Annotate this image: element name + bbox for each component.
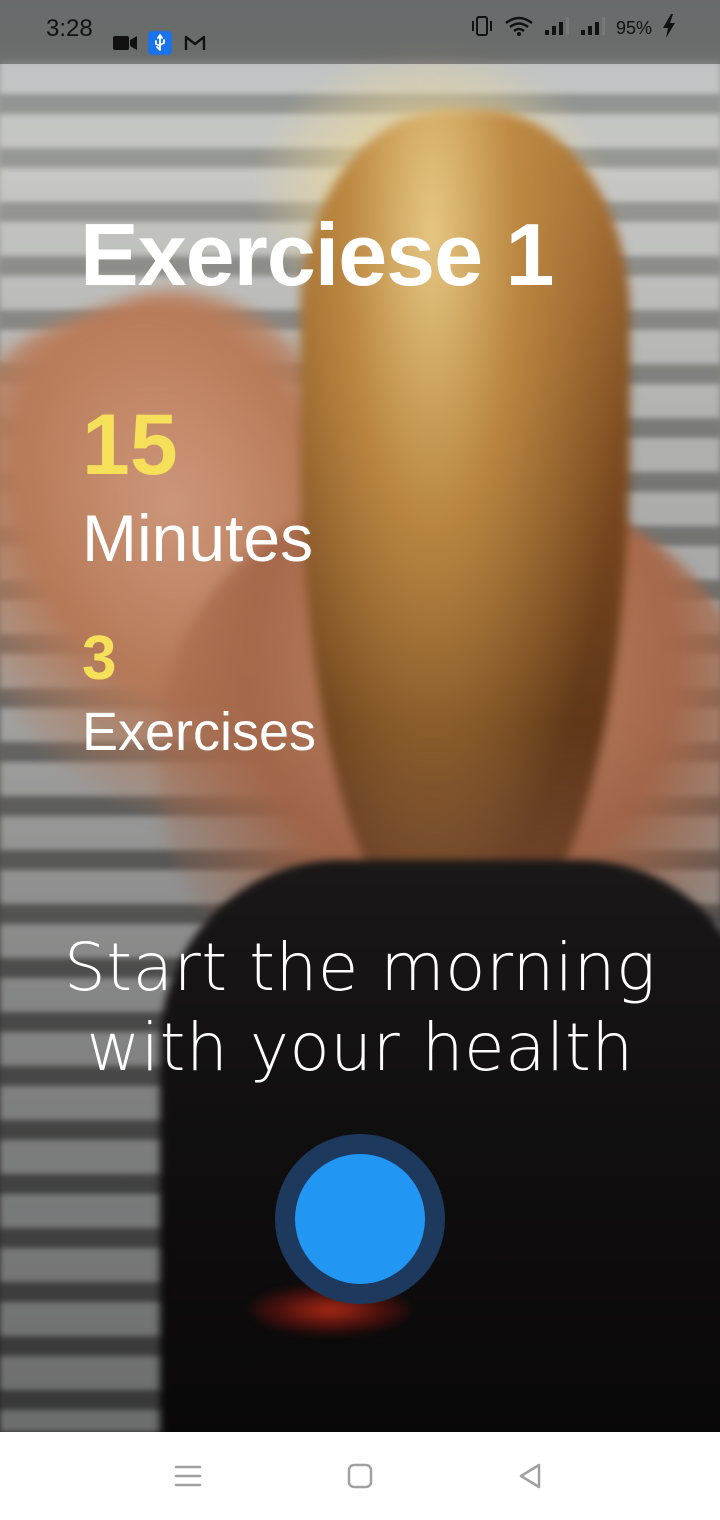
start-workout-button[interactable]	[275, 1134, 445, 1304]
exercise-count-label: Exercises	[82, 702, 317, 762]
video-camera-icon	[112, 34, 138, 57]
charging-icon	[662, 14, 676, 43]
exercise-count-value: 3	[82, 624, 117, 693]
duration-label: Minutes	[82, 501, 314, 575]
tagline-line-1: Start the morning	[63, 929, 657, 1006]
home-icon[interactable]	[338, 1454, 382, 1498]
wifi-icon	[504, 15, 534, 42]
duration-value: 15	[82, 397, 178, 493]
vibrate-icon	[470, 15, 494, 42]
signal-icon	[544, 16, 570, 41]
tagline-line-2: with your health	[86, 1009, 634, 1086]
back-icon[interactable]	[508, 1454, 552, 1498]
status-bar: 3:28 95%	[0, 0, 720, 64]
usb-icon	[148, 31, 172, 60]
gmail-icon	[184, 34, 206, 57]
page-title: Exerciese 1	[80, 205, 554, 304]
signal-icon	[580, 16, 606, 41]
workout-screen: 3:28 95% Exerciese 1 15 Minutes 3 Exerci…	[0, 0, 720, 1520]
menu-icon[interactable]	[166, 1454, 210, 1498]
status-time: 3:28	[46, 15, 93, 42]
tagline: Start the morning with your health	[0, 928, 720, 1088]
battery-level: 95%	[615, 18, 652, 38]
start-button-fill	[295, 1154, 425, 1284]
navigation-bar	[0, 1432, 720, 1520]
